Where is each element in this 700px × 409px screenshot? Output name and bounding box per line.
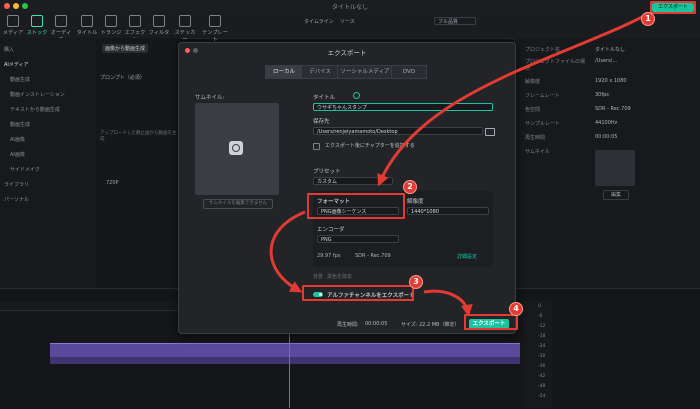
step-badge-3: 3 — [409, 275, 423, 289]
step-badge-1: 1 — [641, 12, 655, 26]
instruction-arrows — [269, 12, 649, 317]
arrow-step1 — [377, 12, 649, 187]
step-badge-2: 2 — [403, 180, 417, 194]
step-badge-4: 4 — [509, 302, 523, 316]
arrow-step3 — [423, 289, 473, 317]
arrow-step2 — [269, 210, 306, 293]
